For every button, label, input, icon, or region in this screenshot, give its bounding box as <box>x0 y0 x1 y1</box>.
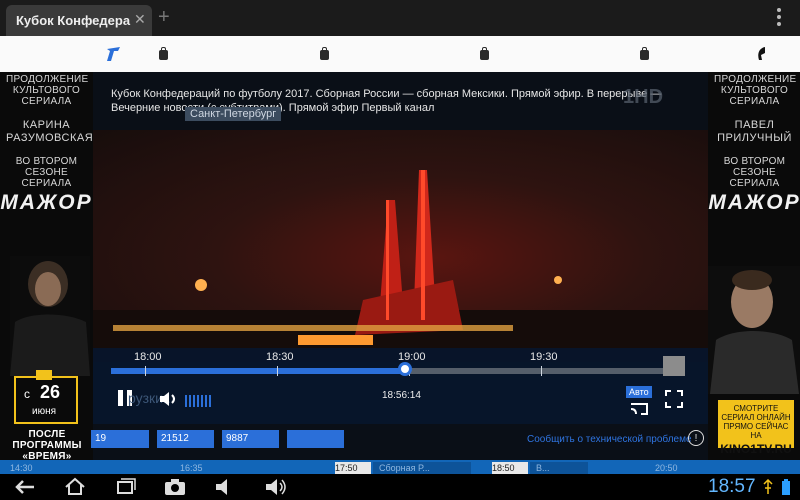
status-clock: 18:57 <box>708 476 756 497</box>
ticker-item[interactable]: 14:30 <box>10 462 70 474</box>
ad-tagline: ПРОДОЛЖЕНИЕ КУЛЬТОВОГО СЕРИАЛА <box>6 74 89 107</box>
channel-hd-logo: 1HD <box>623 86 664 108</box>
site-header <box>0 36 800 73</box>
program-ticker: 14:30 16:35 17:50 Сборная Р... 18:50 В..… <box>0 460 800 474</box>
location-badge: Санкт-Петербург <box>185 107 282 121</box>
current-time: 18:56:14 <box>382 390 421 401</box>
counter-chip[interactable]: 19 <box>91 430 149 448</box>
volume-level[interactable] <box>185 394 213 412</box>
right-ad-banner[interactable]: ПРОДОЛЖЕНИЕ КУЛЬТОВОГО СЕРИАЛА ПАВЕЛ ПРИ… <box>708 72 800 460</box>
tab-title: Кубок Конфедера <box>16 13 131 28</box>
back-icon[interactable] <box>14 478 36 496</box>
ticker-item[interactable]: 16:35 <box>180 462 240 474</box>
premiere-date-box: с 26 июня <box>14 376 78 424</box>
home-icon[interactable] <box>64 477 86 495</box>
overflow-menu-icon[interactable] <box>773 6 785 28</box>
counter-chip[interactable]: 9887 <box>222 430 279 448</box>
recent-apps-icon[interactable] <box>114 478 136 496</box>
ad-season-text: ВО ВТОРОМ СЕЗОНЕ СЕРИАЛА <box>15 156 78 189</box>
info-icon[interactable]: ! <box>688 430 704 446</box>
ad-after-program: ПОСЛЕ ПРОГРАММЫ «ВРЕМЯ» <box>12 429 82 460</box>
ad-cta-text: СМОТРИТЕ СЕРИАЛ ОНЛАЙН ПРЯМО СЕЙЧАС НА <box>721 404 791 440</box>
ticker-item[interactable]: 20:50 <box>655 462 715 474</box>
fullscreen-icon[interactable] <box>665 390 683 408</box>
ad-season-text: ВО ВТОРОМ СЕЗОНЕ СЕРИАЛА <box>723 156 786 189</box>
close-tab-icon[interactable]: ✕ <box>134 11 146 28</box>
battery-icon <box>782 479 790 495</box>
video-scene <box>93 170 708 362</box>
chromecast-icon[interactable] <box>629 400 649 416</box>
timeline-tick-label: 18:30 <box>266 351 294 363</box>
player-footer: 19 21512 9887 Сообщить о технической про… <box>91 424 708 460</box>
left-ad-banner[interactable]: ПРОДОЛЖЕНИЕ КУЛЬТОВОГО СЕРИАЛА КАРИНА РА… <box>0 72 93 460</box>
system-nav-bar: 18:57 <box>0 474 800 500</box>
ad-brand: KINO1TV.RU <box>720 442 792 456</box>
timeline-scrubber[interactable] <box>111 362 666 376</box>
ad-actor-name: КАРИНА РАЗУМОВСКАЯ <box>6 119 93 144</box>
bag-icon[interactable] <box>159 47 168 60</box>
volume-up-icon[interactable] <box>264 478 288 496</box>
ad-actor-name: ПАВЕЛ ПРИЛУЧНЫЙ <box>717 119 792 144</box>
phone-icon[interactable] <box>755 45 771 63</box>
ticker-item[interactable]: В... <box>530 462 588 474</box>
timeline-handle[interactable] <box>398 362 413 376</box>
ticker-item[interactable]: 17:50 <box>335 462 371 474</box>
browser-tab[interactable]: Кубок Конфедера ✕ <box>6 5 152 36</box>
quality-button[interactable]: Авто <box>626 386 652 398</box>
timeline-played <box>111 368 406 374</box>
timeline-tick-label: 19:30 <box>530 351 558 363</box>
tv-icon <box>36 370 52 380</box>
volume-icon[interactable] <box>159 391 179 407</box>
report-problem-link[interactable]: Сообщить о технической проблеме <box>527 434 692 445</box>
volume-down-icon[interactable] <box>214 478 236 496</box>
ad-show-logo: МАЖОР <box>0 191 93 214</box>
usb-icon <box>763 479 773 494</box>
camera-icon[interactable] <box>164 478 186 496</box>
ticker-item[interactable]: 18:50 <box>492 462 528 474</box>
video-frame[interactable] <box>93 130 708 362</box>
ad-cta-box[interactable]: СМОТРИТЕ СЕРИАЛ ОНЛАЙН ПРЯМО СЕЙЧАС НА K… <box>718 400 794 456</box>
counter-chip[interactable]: 21512 <box>157 430 214 448</box>
ad-show-logo: МАЖОР <box>708 191 800 214</box>
date-month: июня <box>32 406 57 417</box>
bag-icon[interactable] <box>320 47 329 60</box>
live-indicator[interactable] <box>663 356 685 376</box>
player-controls: 18:00 18:30 19:00 19:30 рузки... 18:56:1… <box>93 348 708 424</box>
browser-tab-strip: Кубок Конфедера ✕ + <box>0 0 800 36</box>
date-day: 26 <box>40 382 61 402</box>
date-prefix: с <box>24 387 30 401</box>
bag-icon[interactable] <box>640 47 649 60</box>
ad-portrait <box>10 256 90 376</box>
video-player[interactable]: Кубок Конфедераций по футболу 2017. Сбор… <box>93 72 708 424</box>
ticker-item[interactable]: Сборная Р... <box>373 462 471 474</box>
timeline-tick-label: 19:00 <box>398 351 426 363</box>
bag-icon[interactable] <box>480 47 489 60</box>
new-tab-button[interactable]: + <box>158 6 170 29</box>
ad-tagline: ПРОДОЛЖЕНИЕ КУЛЬТОВОГО СЕРИАЛА <box>714 74 797 107</box>
channel-one-logo-icon[interactable] <box>104 45 126 63</box>
ad-portrait <box>708 266 800 394</box>
timeline-tick-label: 18:00 <box>134 351 162 363</box>
counter-chip[interactable] <box>287 430 344 448</box>
